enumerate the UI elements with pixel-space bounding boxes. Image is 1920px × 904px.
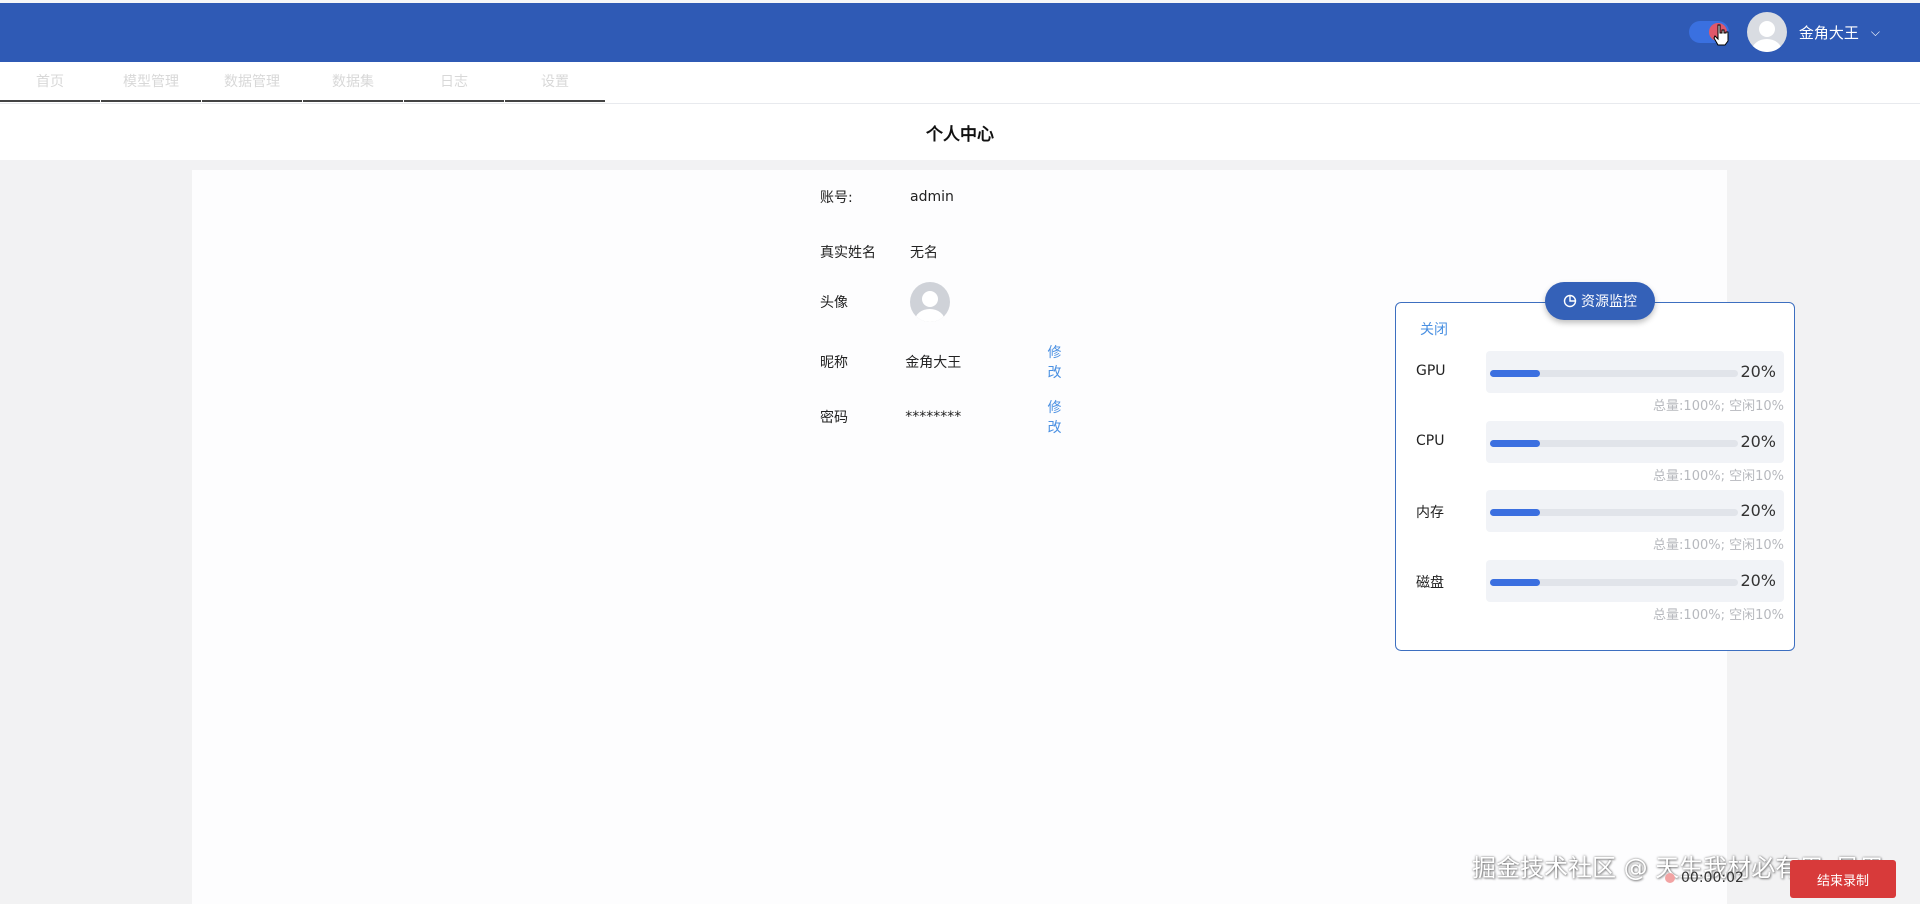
metric-gpu: GPU 20% 总量:100%; 空闲10% [1416,351,1784,414]
avatar-row: 头像 [820,282,950,322]
page-title: 个人中心 [926,125,994,145]
metric-bar-fill [1490,579,1540,586]
account-value: admin [910,189,954,205]
metric-summary: 总量:100%; 空闲10% [1653,469,1784,484]
metric-bar-fill [1490,440,1540,447]
avatar-head-shape [1758,20,1775,37]
realname-label: 真实姓名 [820,245,876,261]
avatar-head-shape [922,290,938,307]
recording-time: 00:00:02 [1681,870,1744,886]
metric-percent: 20% [1740,362,1776,381]
stop-recording-button[interactable]: 结束录制 [1790,860,1896,898]
nickname-value: 金角大王 [905,355,962,371]
password-row: 密码 ******** 修改 [820,400,1074,436]
realname-value: 无名 [910,245,938,261]
metric-name: CPU [1416,433,1445,449]
metric-bar-background: 20% [1486,490,1784,532]
nickname-row: 昵称 金角大王 修改 [820,345,1074,381]
metric-percent: 20% [1740,571,1776,590]
page-title-bar: 个人中心 [0,104,1920,160]
recording-dot-icon [1665,873,1675,883]
metric-memory: 内存 20% 总量:100%; 空闲10% [1416,490,1784,553]
resource-monitor-panel: 关闭 GPU 20% 总量:100%; 空闲10% CPU 20% 总量:100… [1395,302,1795,651]
tab-model-management[interactable]: 模型管理 [101,62,201,102]
edit-password-link[interactable]: 修改 [1047,397,1074,437]
user-menu-name[interactable]: 金角大王 [1799,22,1859,43]
metric-name: 内存 [1416,505,1444,521]
metric-bar-fill [1490,509,1540,516]
tab-settings[interactable]: 设置 [505,62,605,102]
password-label: 密码 [820,410,848,426]
tab-data-management[interactable]: 数据管理 [202,62,302,102]
user-avatar[interactable] [1746,12,1787,52]
metric-name: 磁盘 [1416,575,1444,591]
metric-disk: 磁盘 20% 总量:100%; 空闲10% [1416,560,1784,623]
avatar-label: 头像 [820,295,848,311]
metric-bar-background: 20% [1486,351,1784,393]
metric-summary: 总量:100%; 空闲10% [1653,608,1784,623]
metric-summary: 总量:100%; 空闲10% [1653,538,1784,553]
avatar-body-shape [914,309,946,322]
nav-tab-bar: 首页 模型管理 数据管理 数据集 日志 设置 [0,62,1920,104]
recording-timer: 00:00:02 [1665,870,1744,886]
close-monitor-link[interactable]: 关闭 [1420,319,1448,339]
avatar-body-shape [1751,39,1783,52]
account-label: 账号: [820,190,853,206]
hand-cursor-icon [1713,24,1729,46]
password-value: ******** [905,409,962,425]
tab-logs[interactable]: 日志 [404,62,504,102]
resource-monitor-title: 资源监控 [1581,294,1637,310]
metric-name: GPU [1416,363,1446,379]
resource-monitor-toggle[interactable]: 资源监控 [1545,282,1655,320]
pie-chart-icon [1563,294,1577,308]
profile-avatar[interactable] [910,282,950,322]
metric-bar-background: 20% [1486,560,1784,602]
metric-percent: 20% [1740,501,1776,520]
header-top-strip [0,0,1920,3]
tab-home[interactable]: 首页 [0,62,100,102]
chevron-down-icon[interactable]: ⌵ [1871,25,1880,40]
realname-row: 真实姓名 无名 [820,241,1060,263]
metric-percent: 20% [1740,432,1776,451]
metric-bar-fill [1490,370,1540,377]
metric-cpu: CPU 20% 总量:100%; 空闲10% [1416,421,1784,484]
top-header [0,0,1920,62]
tab-dataset[interactable]: 数据集 [303,62,403,102]
account-row: 账号: admin [820,186,1060,208]
metric-bar-background: 20% [1486,421,1784,463]
metric-summary: 总量:100%; 空闲10% [1653,399,1784,414]
nickname-label: 昵称 [820,355,848,371]
edit-nickname-link[interactable]: 修改 [1047,342,1074,382]
